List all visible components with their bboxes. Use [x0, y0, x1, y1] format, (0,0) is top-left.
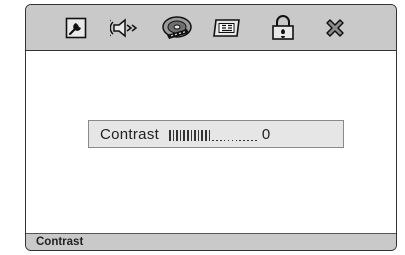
display-screen-icon[interactable]: [212, 13, 242, 43]
contrast-tick-filled: [208, 130, 211, 141]
contrast-tick-empty: [255, 139, 257, 141]
contrast-tick-empty: [243, 139, 245, 141]
contrast-tick-empty: [220, 139, 222, 141]
settings-wrench-icon[interactable]: [61, 13, 91, 43]
contrast-tick-filled: [176, 130, 178, 141]
menu-content: Contrast 0: [26, 51, 396, 235]
contrast-value: 0: [261, 125, 271, 143]
contrast-tick-filled: [172, 130, 175, 141]
contrast-label: Contrast: [100, 125, 160, 143]
contrast-tick-filled: [201, 130, 203, 141]
contrast-tick-empty: [212, 139, 214, 141]
contrast-tick-empty: [227, 139, 230, 141]
contrast-tick-empty: [247, 139, 249, 141]
status-label: Contrast: [36, 236, 84, 248]
contrast-tick-filled: [205, 130, 207, 141]
contrast-tick-filled: [169, 130, 171, 141]
contrast-tick-filled: [190, 130, 193, 141]
contrast-tick-filled: [179, 130, 182, 141]
lock-icon[interactable]: [268, 13, 298, 43]
contrast-tick-empty: [231, 139, 234, 141]
status-bar: Contrast: [26, 233, 396, 250]
contrast-setting[interactable]: Contrast 0: [88, 120, 344, 148]
contrast-tick-empty: [251, 139, 253, 141]
osd-menu-frame: Contrast 0 Contrast: [25, 4, 397, 251]
disc-video-icon[interactable]: [160, 13, 194, 43]
speaker-audio-icon[interactable]: [109, 13, 139, 43]
contrast-tick-filled: [194, 130, 196, 141]
contrast-tick-empty: [235, 139, 238, 141]
contrast-tick-empty: [239, 139, 241, 141]
contrast-tick-filled: [197, 130, 200, 141]
menu-toolbar: [26, 5, 396, 51]
close-icon[interactable]: [320, 13, 350, 43]
contrast-tick-filled: [187, 130, 189, 141]
contrast-level-bar[interactable]: [169, 127, 259, 141]
contrast-tick-filled: [183, 130, 185, 141]
contrast-tick-empty: [223, 139, 226, 141]
contrast-tick-empty: [216, 139, 218, 141]
